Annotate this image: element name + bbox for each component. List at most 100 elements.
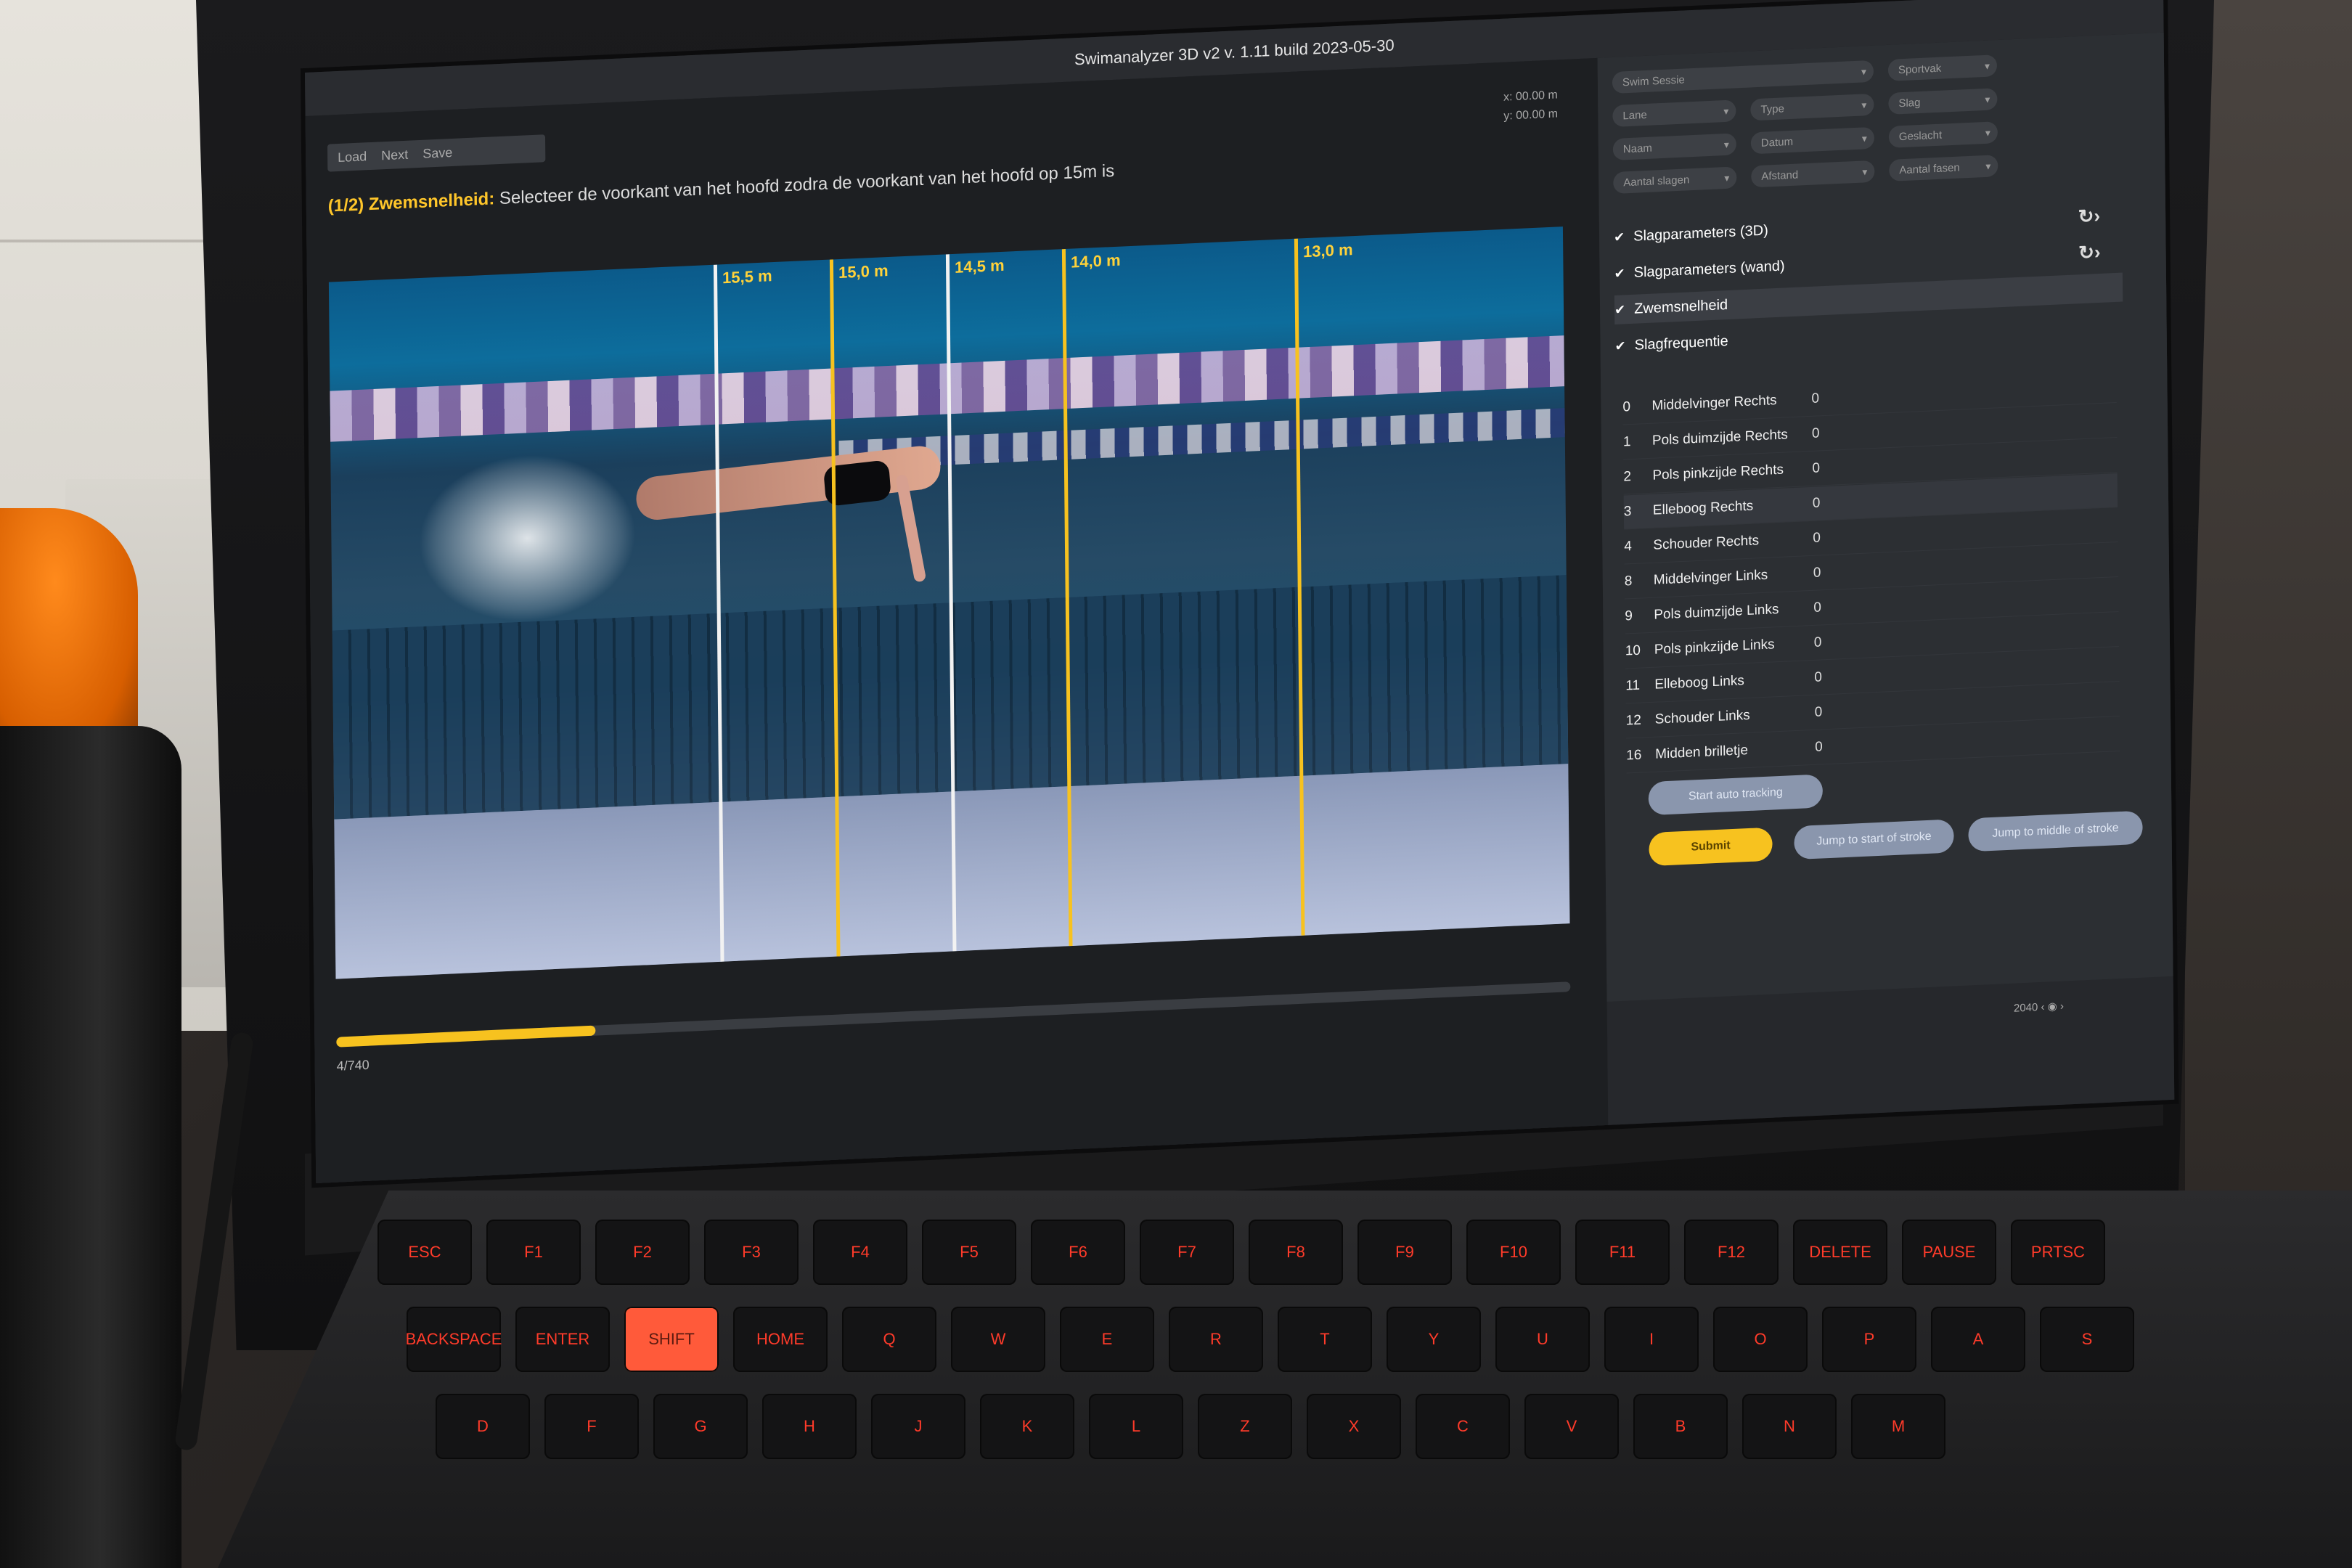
wall-seam bbox=[0, 240, 232, 242]
section-label: Slagparameters (3D) bbox=[1633, 221, 1768, 245]
keyboard-key: U bbox=[1495, 1307, 1590, 1372]
keypoint-name: Elleboog Links bbox=[1654, 673, 1744, 693]
crumb-load[interactable]: Load bbox=[338, 149, 367, 166]
keyboard-key: N bbox=[1742, 1394, 1837, 1459]
keyboard-key: BACKSPACE bbox=[406, 1307, 502, 1372]
keypoint-index: 4 bbox=[1624, 539, 1633, 555]
water-bottle bbox=[0, 508, 189, 1568]
filter-geslacht[interactable]: Geslacht bbox=[1888, 121, 1998, 148]
keyboard-key: SHIFT bbox=[624, 1307, 719, 1372]
keyboard-key: F6 bbox=[1031, 1220, 1125, 1285]
keypoint-index: 0 bbox=[1622, 399, 1631, 415]
refresh-icon[interactable]: ↻› bbox=[2078, 240, 2101, 264]
keypoint-name: Midden brilletje bbox=[1655, 742, 1749, 762]
keypoint-value: 0 bbox=[1811, 425, 1820, 441]
timeline-scrubber[interactable] bbox=[336, 981, 1571, 1048]
video-frame[interactable]: 15,5 m 15,0 m 14,5 m 14,0 m 13,0 m bbox=[328, 226, 1570, 979]
pager[interactable]: 2040 ‹ ◉ › bbox=[2014, 1000, 2064, 1015]
keyboard-key: F12 bbox=[1684, 1220, 1779, 1285]
keypoint-value: 0 bbox=[1813, 565, 1821, 581]
filter-type[interactable]: Type bbox=[1750, 93, 1874, 121]
keyboard-key: F7 bbox=[1140, 1220, 1234, 1285]
keypoint-value: 0 bbox=[1812, 495, 1821, 511]
coord-y: y: 00.00 m bbox=[1503, 107, 1559, 123]
keyboard-key: E bbox=[1060, 1307, 1154, 1372]
filter-afstand[interactable]: Afstand bbox=[1751, 160, 1875, 188]
bottle-body bbox=[0, 726, 181, 1568]
keypoint-value: 0 bbox=[1813, 600, 1821, 616]
keypoint-value: 0 bbox=[1812, 460, 1821, 476]
keyboard-key: C bbox=[1416, 1394, 1510, 1459]
keyboard-key: F5 bbox=[922, 1220, 1016, 1285]
app-window: Load Next Save x: 00.00 m y: 00.00 m (1/… bbox=[305, 32, 2175, 1183]
chevron-left-icon[interactable]: ‹ ◉ › bbox=[2041, 1000, 2064, 1013]
section-label: Slagfrequentie bbox=[1634, 332, 1728, 354]
keyboard-key: F2 bbox=[595, 1220, 690, 1285]
filter-swim-sessie[interactable]: Swim Sessie bbox=[1612, 60, 1874, 94]
filter-sportvak[interactable]: Sportvak bbox=[1887, 54, 1998, 81]
water-splash bbox=[417, 449, 637, 627]
filter-naam[interactable]: Naam bbox=[1612, 133, 1737, 160]
keyboard-key: T bbox=[1278, 1307, 1372, 1372]
toolbar-breadcrumb[interactable]: Load Next Save bbox=[327, 134, 546, 172]
keyboard-key: F bbox=[544, 1394, 639, 1459]
refresh-icon[interactable]: ↻› bbox=[2078, 204, 2100, 227]
keypoint-name: Pols pinkzijde Rechts bbox=[1652, 462, 1784, 483]
frame-counter: 4/740 bbox=[336, 1057, 369, 1074]
keypoint-name: Pols duimzijde Links bbox=[1654, 602, 1779, 623]
pager-label: 2040 bbox=[2013, 1001, 2038, 1015]
crumb-save[interactable]: Save bbox=[422, 144, 452, 161]
keyboard-key: F8 bbox=[1249, 1220, 1343, 1285]
keyboard-key: Z bbox=[1198, 1394, 1292, 1459]
section-label: Zwemsnelheid bbox=[1634, 296, 1728, 317]
check-icon: ✔ bbox=[1614, 338, 1626, 354]
keyboard-key: J bbox=[871, 1394, 965, 1459]
keypoint-name: Pols duimzijde Rechts bbox=[1651, 427, 1788, 449]
keyboard-key: D bbox=[436, 1394, 530, 1459]
keypoint-name: Schouder Rechts bbox=[1653, 533, 1760, 553]
filter-aantal-slagen[interactable]: Aantal slagen bbox=[1613, 166, 1737, 194]
main-pane: Load Next Save x: 00.00 m y: 00.00 m (1/… bbox=[305, 57, 1609, 1183]
submit-button[interactable]: Submit bbox=[1649, 827, 1773, 867]
keyboard-key: HOME bbox=[733, 1307, 828, 1372]
keypoint-index: 2 bbox=[1623, 469, 1632, 485]
jump-middle-button[interactable]: Jump to middle of stroke bbox=[1968, 810, 2143, 852]
keyboard-key: DELETE bbox=[1793, 1220, 1887, 1285]
keypoint-name: Schouder Links bbox=[1654, 707, 1750, 727]
keyboard-key: F4 bbox=[813, 1220, 907, 1285]
check-icon: ✔ bbox=[1614, 265, 1625, 281]
filter-slag[interactable]: Slag bbox=[1888, 88, 1998, 115]
keypoint-index: 10 bbox=[1625, 642, 1641, 659]
instruction-prefix: (1/2) Zwemsnelheid: bbox=[327, 189, 495, 216]
check-icon: ✔ bbox=[1614, 301, 1626, 317]
section-label: Slagparameters (wand) bbox=[1633, 257, 1785, 281]
keyboard-key: PAUSE bbox=[1902, 1220, 1996, 1285]
crumb-next[interactable]: Next bbox=[381, 147, 408, 163]
filter-datum[interactable]: Datum bbox=[1750, 126, 1875, 155]
coord-x: x: 00.00 m bbox=[1503, 89, 1558, 104]
keyboard-key: S bbox=[2040, 1307, 2134, 1372]
distance-label-14-0: 14,0 m bbox=[1070, 250, 1121, 271]
keypoint-value: 0 bbox=[1811, 391, 1820, 407]
keyboard-key: H bbox=[762, 1394, 857, 1459]
filter-lane[interactable]: Lane bbox=[1612, 99, 1736, 127]
keypoint-index: 12 bbox=[1625, 712, 1641, 729]
keypoint-value: 0 bbox=[1813, 530, 1821, 546]
keypoint-index: 16 bbox=[1626, 747, 1642, 764]
window-title: Swimanalyzer 3D v2 v. 1.11 build 2023-05… bbox=[1074, 36, 1395, 69]
keyboard-key: V bbox=[1524, 1394, 1619, 1459]
keypoint-name: Middelvinger Links bbox=[1653, 567, 1768, 588]
keypoint-name: Pols pinkzijde Links bbox=[1654, 637, 1775, 658]
filter-aantal-fasen[interactable]: Aantal fasen bbox=[1889, 155, 1998, 181]
keyboard-key: ESC bbox=[377, 1220, 472, 1285]
keyboard-key: L bbox=[1089, 1394, 1183, 1459]
keyboard-key: F9 bbox=[1357, 1220, 1452, 1285]
jump-start-button[interactable]: Jump to start of stroke bbox=[1794, 819, 1954, 860]
start-auto-tracking-button[interactable]: Start auto tracking bbox=[1648, 774, 1824, 816]
distance-label-15-5: 15,5 m bbox=[722, 266, 772, 287]
keyboard-key: ENTER bbox=[515, 1307, 610, 1372]
keypoint-index: 11 bbox=[1625, 677, 1641, 694]
bottle-cap bbox=[0, 508, 138, 755]
keypoint-name: Middelvinger Rechts bbox=[1651, 393, 1777, 414]
keypoint-value: 0 bbox=[1813, 634, 1822, 650]
